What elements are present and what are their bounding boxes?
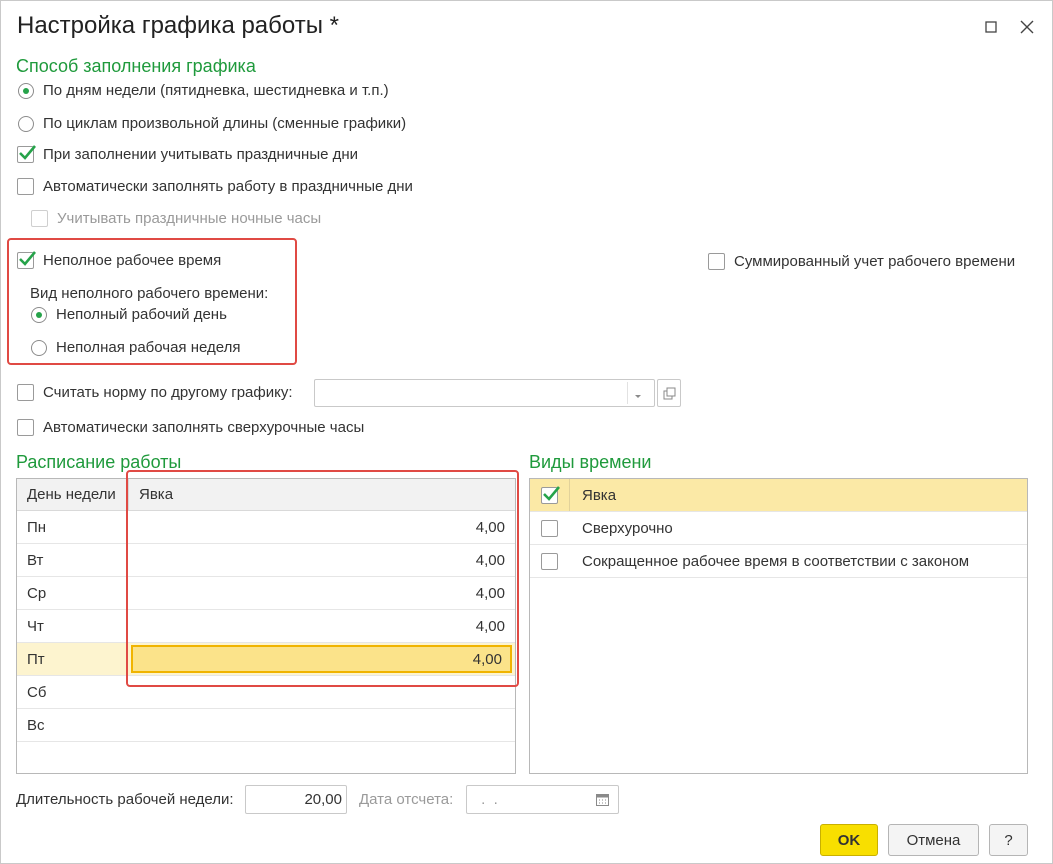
cell-day: Вт — [27, 551, 44, 569]
checkbox[interactable] — [17, 419, 34, 436]
radio-button[interactable] — [31, 339, 47, 356]
checkbox-checked[interactable] — [17, 145, 36, 163]
fill-method-heading: Способ заполнения графика — [16, 56, 256, 76]
checkbox-checked[interactable] — [541, 485, 560, 504]
checkbox-part-time[interactable]: Неполное рабочее время — [17, 251, 222, 269]
checkbox[interactable] — [708, 253, 725, 270]
checkbox-part-time-label: Неполное рабочее время — [43, 252, 222, 269]
radio-cycles[interactable]: По циклам произвольной длины (сменные гр… — [18, 115, 406, 132]
checkbox-holiday-night-label: Учитывать праздничные ночные часы — [57, 210, 322, 227]
week-length-value: 20,00 — [304, 791, 342, 808]
table-row[interactable]: Вс — [17, 709, 515, 742]
checkbox[interactable] — [541, 519, 558, 537]
checkbox[interactable] — [17, 178, 34, 195]
annotation-box-values — [126, 470, 519, 687]
check-icon — [543, 485, 560, 501]
window-title: Настройка графика работы * — [17, 12, 339, 39]
radio-button[interactable] — [18, 115, 34, 132]
radio-button-selected[interactable] — [31, 306, 47, 323]
open-form-button[interactable] — [657, 379, 681, 407]
checkbox-disabled — [31, 210, 48, 227]
close-icon — [1020, 20, 1034, 34]
ok-button[interactable]: OK — [820, 824, 878, 856]
radio-cycles-label: По циклам произвольной длины (сменные гр… — [43, 115, 407, 132]
calendar-icon — [596, 794, 609, 806]
radio-part-time-week-label: Неполная рабочая неделя — [56, 339, 241, 356]
dropdown-arrow-icon — [635, 395, 641, 398]
checkbox-norm-other-label: Считать норму по другому графику: — [43, 384, 293, 401]
cell-day: Чт — [27, 617, 44, 635]
list-item-label: Сверхурочно — [582, 519, 673, 537]
checkbox-norm-other[interactable]: Считать норму по другому графику: — [17, 384, 293, 401]
maximize-icon — [985, 21, 997, 33]
open-form-icon — [663, 387, 675, 399]
cell-day: Пт — [27, 650, 45, 668]
ref-date-input[interactable]: . . — [466, 785, 619, 814]
list-item-selected[interactable]: Явка — [530, 479, 1027, 512]
help-button[interactable]: ? — [989, 824, 1028, 856]
calendar-button[interactable] — [596, 793, 609, 810]
list-item-label: Сокращенное рабочее время в соответствии… — [582, 552, 970, 570]
week-length-label: Длительность рабочей недели: — [16, 791, 234, 808]
list-item[interactable]: Сокращенное рабочее время в соответствии… — [530, 545, 1027, 578]
time-types-list[interactable]: Явка Сверхурочно Сокращенное рабочее вре… — [529, 478, 1028, 774]
cell-day: Вс — [27, 716, 45, 734]
check-icon — [19, 145, 36, 160]
checkbox-checked[interactable] — [17, 251, 36, 269]
cell-day: Ср — [27, 584, 47, 602]
checkbox-auto-holiday-work[interactable]: Автоматически заполнять работу в праздни… — [17, 178, 413, 195]
week-length-input[interactable]: 20,00 — [245, 785, 347, 814]
radio-button-selected[interactable] — [18, 82, 34, 99]
close-button[interactable] — [1016, 16, 1038, 38]
cancel-button[interactable]: Отмена — [888, 824, 979, 856]
time-types-heading: Виды времени — [529, 452, 652, 472]
checkbox[interactable] — [541, 552, 558, 570]
checkbox-holidays-label: При заполнении учитывать праздничные дни — [43, 146, 359, 163]
list-item-label: Явка — [582, 486, 617, 504]
radio-part-time-day-label: Неполный рабочий день — [56, 306, 227, 323]
ref-date-value: . . — [477, 791, 498, 808]
radio-weekdays-label: По дням недели (пятидневка, шестидневка … — [43, 82, 389, 99]
radio-part-time-day[interactable]: Неполный рабочий день — [31, 306, 227, 323]
checkbox-holiday-night: Учитывать праздничные ночные часы — [31, 210, 321, 227]
checkbox-overtime[interactable]: Автоматически заполнять сверхурочные час… — [17, 419, 364, 436]
checkbox-holidays[interactable]: При заполнении учитывать праздничные дни — [17, 145, 359, 163]
column-header-day[interactable]: День недели — [17, 479, 129, 510]
cell-day: Сб — [27, 683, 47, 701]
radio-part-time-week[interactable]: Неполная рабочая неделя — [31, 339, 240, 356]
dropdown-button[interactable] — [633, 388, 643, 405]
maximize-button[interactable] — [980, 16, 1002, 38]
cell-day: Пн — [27, 518, 47, 536]
part-time-type-label: Вид неполного рабочего времени: — [30, 285, 269, 302]
checkbox-auto-holiday-work-label: Автоматически заполнять работу в праздни… — [43, 178, 413, 195]
check-icon — [19, 251, 36, 266]
norm-schedule-input[interactable] — [314, 379, 655, 407]
checkbox-overtime-label: Автоматически заполнять сверхурочные час… — [43, 419, 365, 436]
list-item[interactable]: Сверхурочно — [530, 512, 1027, 545]
checkbox-summarized[interactable]: Суммированный учет рабочего времени — [708, 253, 1015, 270]
checkbox[interactable] — [17, 384, 34, 401]
checkbox-summarized-label: Суммированный учет рабочего времени — [734, 253, 1016, 270]
radio-weekdays[interactable]: По дням недели (пятидневка, шестидневка … — [18, 82, 389, 99]
ref-date-label: Дата отсчета: — [359, 791, 454, 808]
